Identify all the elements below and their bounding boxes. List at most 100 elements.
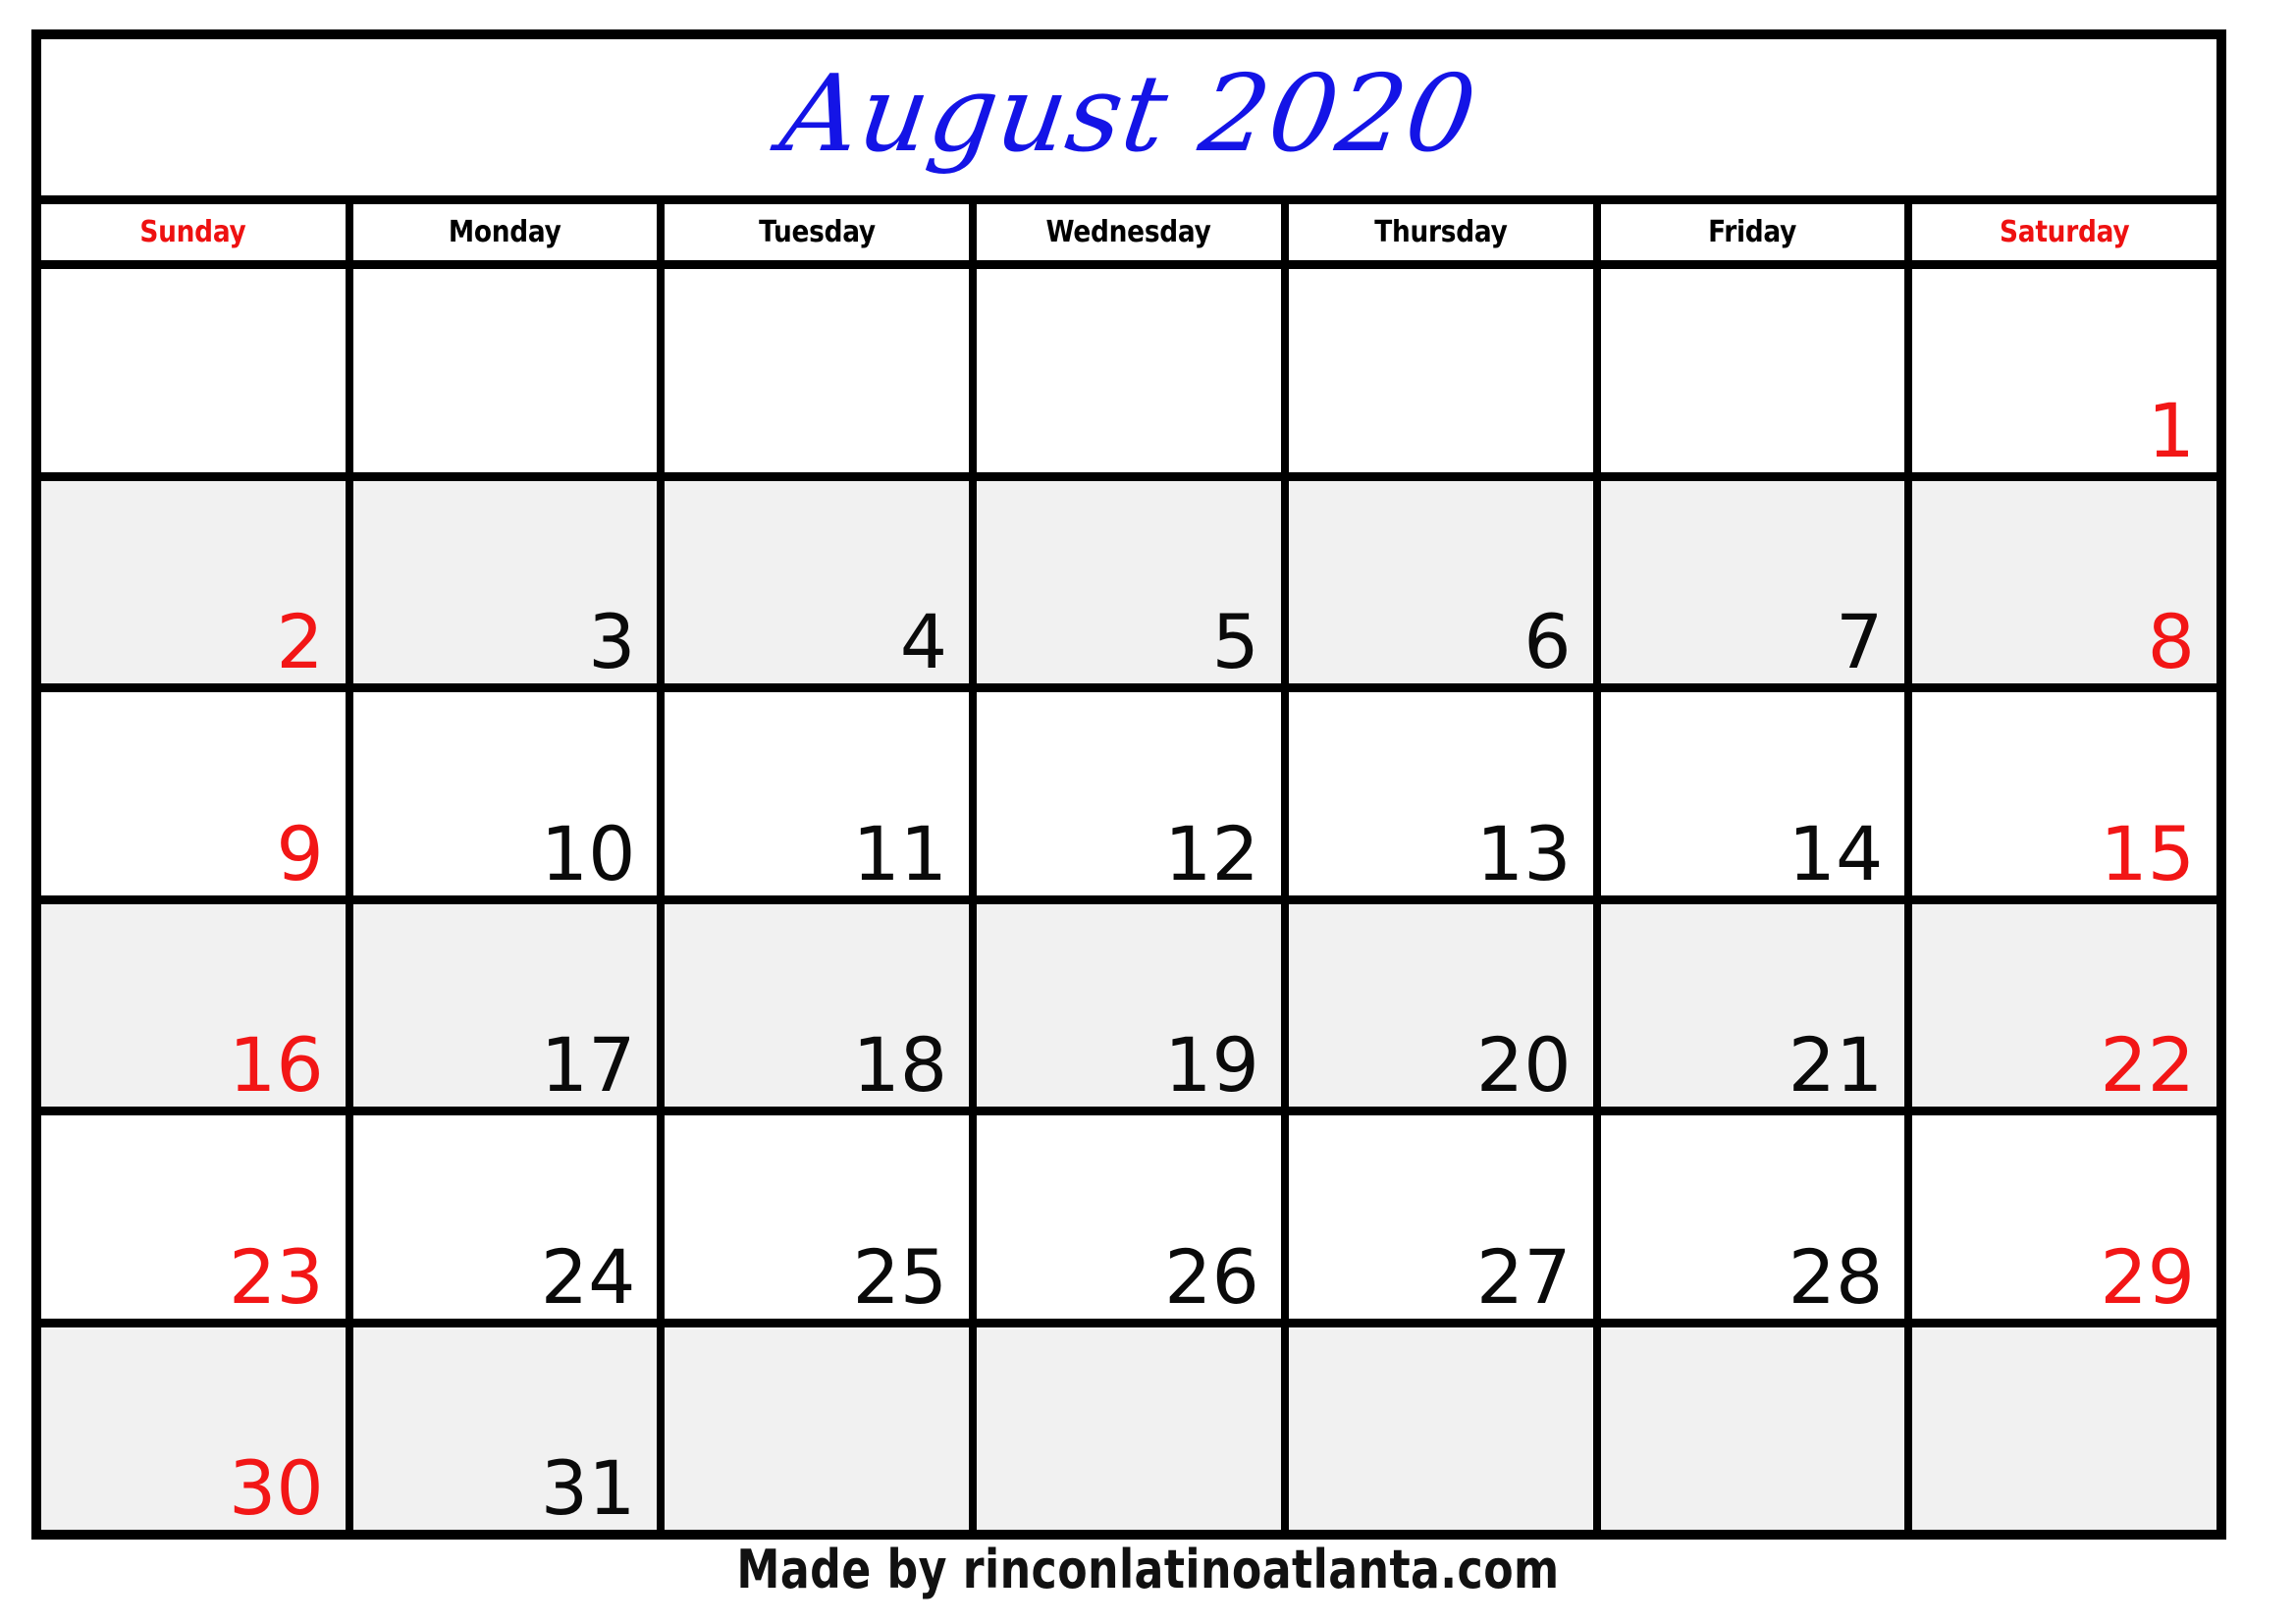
weekday-header-sunday: Sunday: [41, 204, 353, 260]
day-cell-6[interactable]: 6: [1289, 480, 1601, 683]
day-number: 16: [229, 1021, 324, 1107]
weekday-header-tuesday: Tuesday: [665, 204, 978, 260]
day-number: 18: [852, 1021, 948, 1107]
day-cell-24[interactable]: 24: [353, 1115, 666, 1319]
day-cell-17[interactable]: 17: [353, 903, 666, 1107]
day-number: 21: [1788, 1021, 1884, 1107]
weekday-header-friday: Friday: [1601, 204, 1913, 260]
day-cell-19[interactable]: 19: [977, 903, 1289, 1107]
day-cell-18[interactable]: 18: [665, 903, 978, 1107]
weekday-label: Wednesday: [1045, 214, 1212, 249]
day-cell-27[interactable]: 27: [1289, 1115, 1601, 1319]
day-cell-4[interactable]: 4: [665, 480, 978, 683]
weekday-header-row: Sunday Monday Tuesday Wednesday Thursday Frid…: [41, 204, 2216, 269]
day-cell-22[interactable]: 22: [1912, 904, 2216, 1108]
day-number: 27: [1475, 1232, 1572, 1319]
day-cell-empty[interactable]: [1289, 1326, 1601, 1530]
weekday-label: Saturday: [2000, 214, 2130, 249]
week-row: 23 24 25 26 27 28 29: [41, 1115, 2216, 1327]
day-cell-23[interactable]: 23: [41, 1115, 353, 1319]
day-cell-empty[interactable]: [977, 1326, 1289, 1530]
calendar-weeks-body: 1 2 3 4 5 6 7 8 9 10 11 12 13 14 15 16 17 18 19 20 21 22 23 24 2…: [41, 269, 2216, 1530]
calendar-grid: August 2020 Sunday Monday Tuesday Wednesday…: [31, 29, 2226, 1540]
day-number: 29: [2100, 1232, 2196, 1319]
day-cell-25[interactable]: 25: [665, 1115, 978, 1319]
calendar-title-row: August 2020: [41, 39, 2216, 204]
day-number: 15: [2100, 809, 2196, 895]
day-cell-2[interactable]: 2: [41, 480, 353, 683]
day-number: 5: [1211, 598, 1259, 683]
day-cell-empty[interactable]: [977, 269, 1289, 472]
day-number: 10: [540, 809, 636, 895]
day-cell-empty[interactable]: [1289, 269, 1601, 472]
weekday-label: Friday: [1708, 214, 1797, 249]
day-cell-12[interactable]: 12: [977, 692, 1289, 895]
day-number: 9: [276, 809, 324, 895]
day-cell-empty[interactable]: [353, 269, 666, 472]
day-number: 25: [852, 1232, 948, 1319]
weekday-label: Tuesday: [758, 214, 876, 249]
day-number: 7: [1835, 598, 1884, 683]
day-number: 26: [1164, 1232, 1259, 1319]
weekday-label: Sunday: [139, 214, 246, 249]
day-cell-30[interactable]: 30: [41, 1326, 353, 1530]
day-cell-16[interactable]: 16: [41, 903, 353, 1107]
day-number: 2: [276, 598, 324, 683]
week-row: 1: [41, 269, 2216, 481]
day-number: 30: [229, 1444, 324, 1530]
day-number: 8: [2147, 598, 2196, 683]
day-number: 17: [540, 1021, 636, 1107]
day-cell-1[interactable]: 1: [1912, 269, 2216, 472]
weekday-header-saturday: Saturday: [1912, 204, 2216, 260]
day-number: 28: [1788, 1232, 1884, 1319]
day-number: 6: [1523, 598, 1572, 683]
day-cell-5[interactable]: 5: [977, 480, 1289, 683]
day-number: 31: [540, 1444, 636, 1530]
day-number: 1: [2147, 386, 2196, 472]
day-number: 13: [1475, 809, 1572, 895]
day-cell-empty[interactable]: [1601, 269, 1913, 472]
day-cell-empty[interactable]: [41, 269, 353, 472]
calendar-page: August 2020 Sunday Monday Tuesday Wednesday…: [0, 0, 2296, 1624]
week-row: 16 17 18 19 20 21 22: [41, 903, 2216, 1115]
day-cell-20[interactable]: 20: [1289, 903, 1601, 1107]
day-cell-9[interactable]: 9: [41, 692, 353, 895]
day-number: 22: [2100, 1021, 2196, 1107]
credit-line: Made by rinconlatinoatlanta.com: [736, 1539, 1560, 1600]
day-cell-11[interactable]: 11: [665, 692, 978, 895]
day-cell-21[interactable]: 21: [1601, 903, 1913, 1107]
day-number: 12: [1164, 809, 1259, 895]
day-cell-13[interactable]: 13: [1289, 692, 1601, 895]
day-cell-7[interactable]: 7: [1601, 480, 1913, 683]
day-number: 19: [1164, 1021, 1259, 1107]
day-cell-15[interactable]: 15: [1912, 692, 2216, 895]
day-cell-14[interactable]: 14: [1601, 692, 1913, 895]
weekday-label: Thursday: [1374, 214, 1508, 249]
day-number: 14: [1788, 809, 1884, 895]
day-cell-3[interactable]: 3: [353, 480, 666, 683]
day-number: 23: [229, 1232, 324, 1319]
day-cell-28[interactable]: 28: [1601, 1115, 1913, 1319]
week-row: 30 31: [41, 1326, 2216, 1531]
day-cell-10[interactable]: 10: [353, 692, 666, 895]
weekday-header-thursday: Thursday: [1289, 204, 1601, 260]
day-cell-empty[interactable]: [1912, 1327, 2216, 1531]
month-year-title: August 2020: [774, 52, 1484, 176]
day-cell-empty[interactable]: [1601, 1326, 1913, 1530]
day-cell-29[interactable]: 29: [1912, 1115, 2216, 1319]
weekday-header-monday: Monday: [353, 204, 666, 260]
weekday-header-wednesday: Wednesday: [977, 204, 1289, 260]
day-cell-empty[interactable]: [665, 269, 978, 472]
day-number: 4: [899, 598, 948, 683]
day-cell-8[interactable]: 8: [1912, 481, 2216, 684]
week-row: 2 3 4 5 6 7 8: [41, 480, 2216, 692]
weekday-label: Monday: [449, 214, 561, 249]
day-number: 11: [852, 809, 948, 895]
day-number: 20: [1475, 1021, 1572, 1107]
day-number: 3: [588, 598, 636, 683]
week-row: 9 10 11 12 13 14 15: [41, 692, 2216, 904]
day-cell-empty[interactable]: [665, 1326, 978, 1530]
day-number: 24: [540, 1232, 636, 1319]
day-cell-31[interactable]: 31: [353, 1326, 666, 1530]
day-cell-26[interactable]: 26: [977, 1115, 1289, 1319]
